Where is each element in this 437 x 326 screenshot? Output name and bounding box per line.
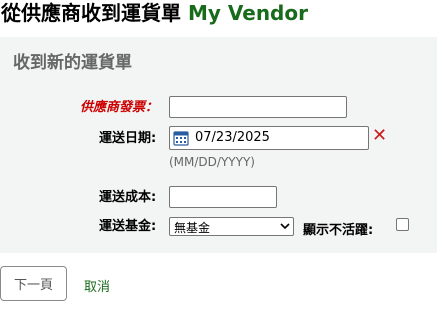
clear-date-icon[interactable]: ✕: [372, 126, 387, 146]
cancel-link[interactable]: 取消: [84, 276, 110, 295]
vendor-name: My Vendor: [187, 1, 308, 25]
invoice-label: 供應商發票：: [80, 100, 159, 115]
chevron-down-icon: [280, 223, 290, 230]
shipment-date-value: 07/23/2025: [195, 130, 270, 145]
shipment-date-label: 運送日期:: [99, 131, 157, 146]
date-format-hint: (MM/DD/YYYY): [169, 155, 255, 169]
shipment-date-field[interactable]: 07/23/2025: [169, 126, 369, 150]
show-inactive-checkbox[interactable]: [396, 218, 409, 231]
shipping-fund-select[interactable]: 無基金: [169, 217, 294, 236]
next-button[interactable]: 下一頁: [0, 266, 67, 301]
show-inactive-label: 顯示不活躍:: [303, 223, 374, 238]
shipping-cost-label: 運送成本:: [99, 190, 157, 205]
form-legend: 收到新的運貨單: [13, 53, 132, 73]
calendar-icon[interactable]: [173, 130, 189, 146]
shipping-fund-label: 運送基金:: [99, 219, 157, 234]
page-title: 從供應商收到運貨單 My Vendor: [1, 0, 437, 30]
page-title-prefix: 從供應商收到運貨單: [1, 1, 181, 25]
shipping-fund-selected: 無基金: [174, 221, 211, 235]
invoice-input[interactable]: [169, 96, 347, 118]
shipping-cost-input[interactable]: [169, 186, 277, 208]
